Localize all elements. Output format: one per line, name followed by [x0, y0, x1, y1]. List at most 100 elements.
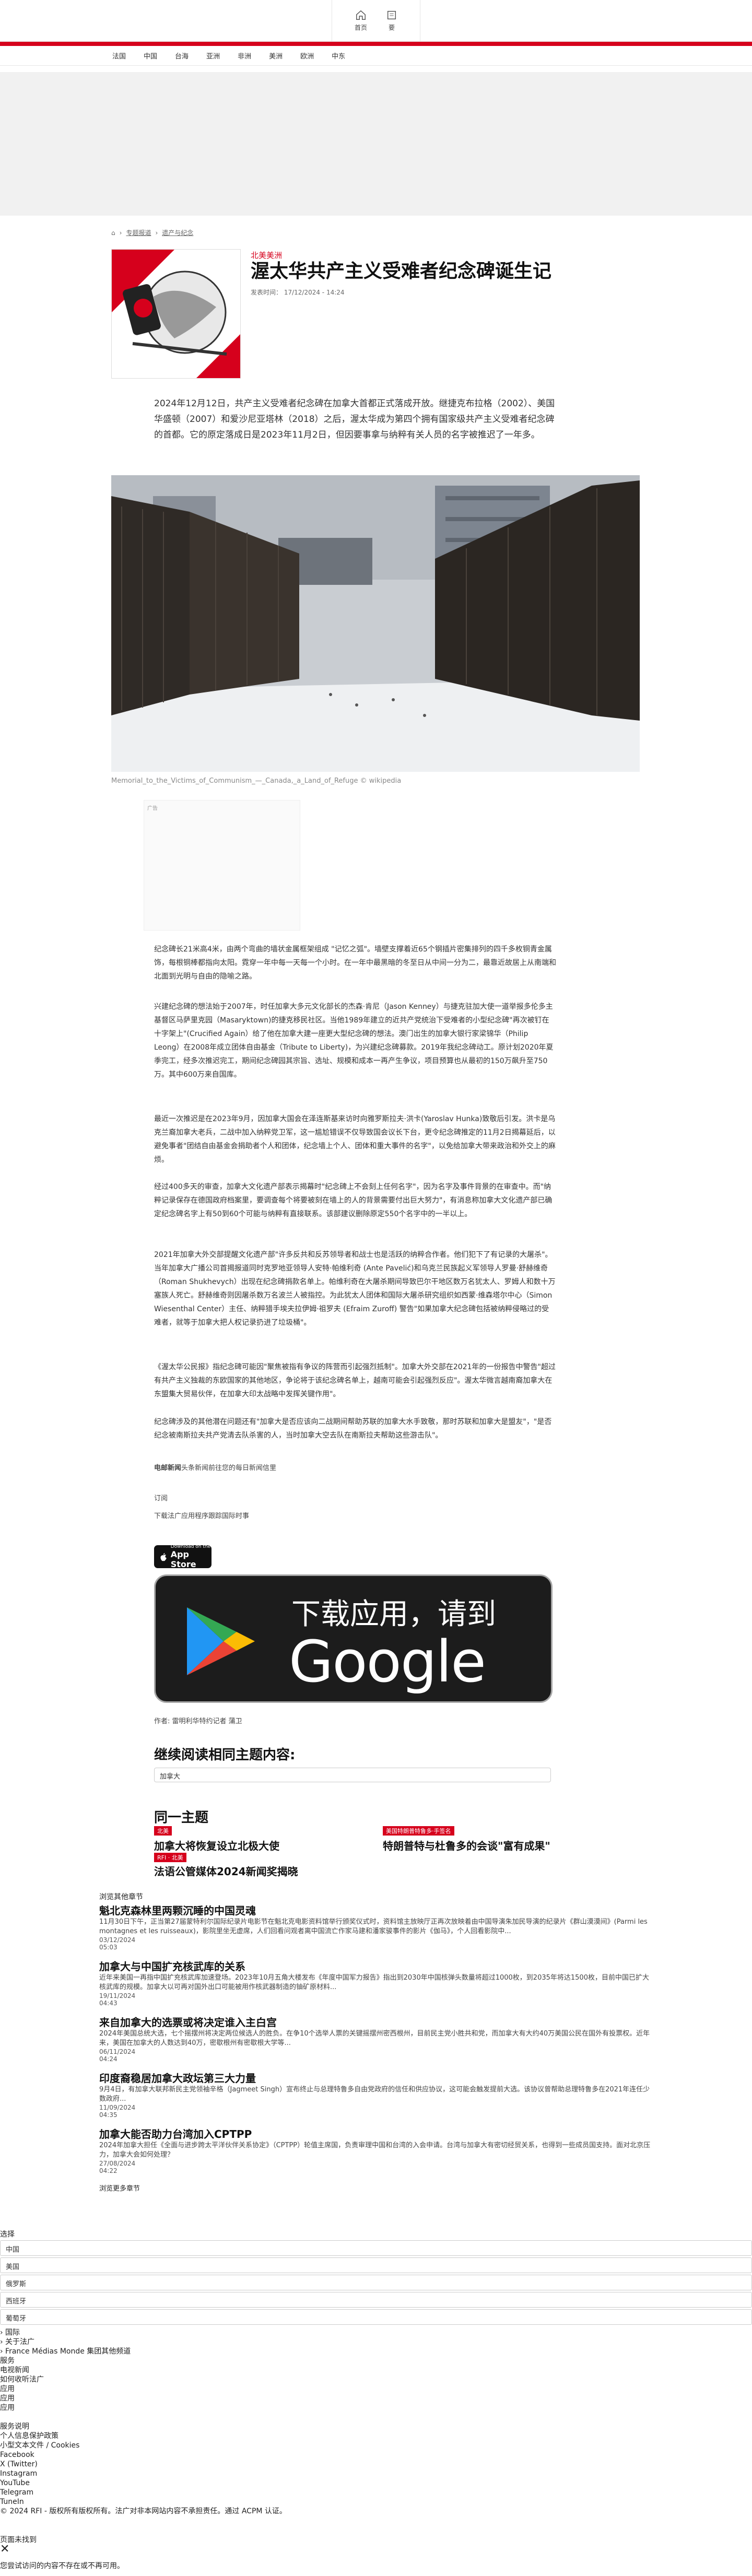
subnav-item-china[interactable]: 中国: [144, 51, 157, 61]
article-paragraph: 最近一次推迟是在2023年9月，因加拿大国会在泽连斯基来访时向雅罗斯拉夫·洪卡(…: [154, 1115, 556, 1164]
subscribe-button[interactable]: 订阅: [154, 1492, 168, 1502]
feed-item[interactable]: 加拿大与中国扩充核武库的关系 近年来美国一再指中国扩充核武库加速登场。2023年…: [99, 1958, 653, 2007]
app-store-badge[interactable]: Download on the App Store: [154, 1544, 212, 1569]
article-lead: 2024年12月12日，共产主义受难者纪念碑在加拿大首都正式落成开放。继捷克布拉…: [154, 398, 555, 440]
news-icon: [387, 10, 396, 20]
feed-title: 来自加拿大的选票或将决定谁入主白宫: [99, 2016, 277, 2029]
feed-more-link[interactable]: 浏览更多章节: [99, 2183, 653, 2193]
subnav-item-asia[interactable]: 亚洲: [206, 51, 220, 61]
article-paragraph: 纪念碑长21米高4米，由两个弯曲的墙状金属框架组成 "记忆之弧"。墙壁支撑着近6…: [154, 945, 556, 981]
article-paragraph: 《渥太华公民报》指纪念碑可能因"聚焦被指有争议的阵营而引起强烈抵制"。加拿大外交…: [154, 1363, 556, 1398]
breadcrumb-item[interactable]: 专题报道: [126, 228, 151, 237]
sub-navigation: 法国 中国 台海 亚洲 非洲 美洲 欧洲 中东: [0, 46, 752, 66]
news-tab[interactable]: 要: [386, 9, 397, 32]
feed-desc: 9月4日，有加拿大联邦新民主党领袖辛格（Jagmeet Singh）宣布终止与总…: [99, 2086, 650, 2103]
footer-link[interactable]: › 关于法广: [0, 2337, 287, 2347]
close-icon[interactable]: ✕: [0, 2544, 9, 2555]
footer-link[interactable]: 如何收听法广: [0, 2375, 287, 2384]
related-title[interactable]: 法语公管媒体2024新闻奖揭晓: [154, 1863, 298, 1878]
copyright: © 2024 RFI - 版权所有版权所有。法广对非本网站内容不承担责任。通过 …: [0, 2507, 287, 2515]
program-thumbnail: [111, 249, 241, 379]
appstore-small-text: Download on the: [170, 1544, 211, 1549]
footer-link[interactable]: 个人信息保护政策: [0, 2431, 287, 2441]
language-option[interactable]: 美国: [0, 2257, 752, 2273]
feed-time: 04:35: [99, 2111, 118, 2119]
language-option[interactable]: 中国: [0, 2240, 752, 2256]
feed-item[interactable]: 印度裔稳居加拿大政坛第三大力量 9月4日，有加拿大联邦新民主党领袖辛格（Jagm…: [99, 2070, 653, 2119]
footer-link[interactable]: 应用: [0, 2384, 287, 2394]
program-logo-image: [112, 250, 240, 378]
feed-item[interactable]: 来自加拿大的选票或将决定谁入主白宫 2024年美国总统大选，七个摇摆州将决定两位…: [99, 2014, 653, 2063]
feed-time: 04:22: [99, 2167, 118, 2174]
footer-social-facebook[interactable]: Facebook: [0, 2450, 287, 2460]
ad-label: 广告: [147, 806, 158, 811]
language-option[interactable]: 西班牙: [0, 2292, 752, 2308]
language-selector-label: 选择: [0, 2230, 15, 2239]
footer-link[interactable]: 电视新闻: [0, 2366, 287, 2375]
topic-tag[interactable]: 加拿大: [154, 1768, 551, 1782]
memorial-photo[interactable]: [111, 475, 640, 772]
article-paragraph: 经过400多天的审查，加拿大文化遗产部表示揭幕时"纪念碑上不会刻上任何名字"，因…: [154, 1183, 553, 1218]
feed-title: 印度裔稳居加拿大政坛第三大力量: [99, 2072, 256, 2085]
footer-link[interactable]: 服务: [0, 2356, 287, 2366]
home-icon[interactable]: ⌂: [111, 229, 115, 237]
footer-link[interactable]: › 国际: [0, 2328, 287, 2337]
breadcrumb-item[interactable]: 遗产与纪念: [162, 228, 193, 237]
footer-link[interactable]: 应用: [0, 2403, 287, 2413]
feed-date: 27/08/2024: [99, 2160, 136, 2167]
footer-link[interactable]: 小型文本文件 / Cookies: [0, 2441, 287, 2450]
home-tab[interactable]: 首页: [355, 9, 367, 32]
newsletter-text: 头条新闻前往您的每日新闻信里: [181, 1464, 277, 1472]
subnav-item-africa[interactable]: 非洲: [238, 51, 251, 61]
feed-date: 03/12/2024: [99, 1936, 136, 1944]
feed-item[interactable]: 加拿大能否助力台湾加入CPTPP 2024年加拿大担任《全面与进步跨太平洋伙伴关…: [99, 2126, 653, 2174]
feed-time: 04:43: [99, 1999, 118, 2007]
related-badge: RFI · 北美: [154, 1853, 186, 1862]
article-paragraph: 兴建纪念碑的想法始于2007年，时任加拿大多元文化部长的杰森·肯尼（Jason …: [154, 1003, 554, 1079]
footer-social-telegram[interactable]: Telegram: [0, 2488, 287, 2497]
feed-desc: 近年来美国一再指中国扩充核武库加速登场。2023年10月五角大楼发布《年度中国军…: [99, 1974, 649, 1991]
related-item[interactable]: 北美 加拿大将恢复设立北极大使 RFI · 北美: [154, 1826, 279, 1862]
not-found-notice: 您尝试访问的内容不存在或不再可用。: [0, 2562, 124, 2570]
related-title: 加拿大将恢复设立北极大使: [154, 1840, 279, 1852]
feed-label: 浏览其他章节: [99, 1893, 143, 1901]
home-icon: [356, 10, 366, 20]
footer-link[interactable]: 应用: [0, 2394, 287, 2403]
google-play-badge[interactable]: 下载应用，请到 Google Play: [154, 1574, 553, 1762]
language-option[interactable]: 俄罗斯: [0, 2275, 752, 2290]
article-paragraph: 纪念碑涉及的其他潜在问题还有"加拿大是否应该向二战期间帮助苏联的加拿大水手致敬，…: [154, 1418, 552, 1440]
download-app-text: 下载法广应用程序跟踪国际时事: [154, 1512, 250, 1520]
feed-date: 11/09/2024: [99, 2104, 136, 2111]
subnav-item-france[interactable]: 法国: [112, 51, 126, 61]
related-heading: 继续阅读相同主题内容:: [154, 1747, 296, 1763]
feed-date: 06/11/2024: [99, 2048, 136, 2055]
breadcrumb: ⌂ › 专题报道 › 遗产与纪念: [111, 228, 194, 237]
google-play-line1: 下载应用，请到: [291, 1597, 496, 1631]
feed-desc: 2024年美国总统大选，七个摇摆州将决定两位候选人的胜负。在争10个选举人票的关…: [99, 2030, 650, 2047]
inline-ad[interactable]: 广告: [144, 800, 300, 931]
footer-social-x[interactable]: X (Twitter): [0, 2460, 287, 2469]
feed-time: 04:24: [99, 2055, 118, 2063]
footer-social-tunein[interactable]: TuneIn: [0, 2497, 287, 2507]
feed-title: 魁北克森林里两颗沉睡的中国灵魂: [99, 1904, 256, 1917]
subnav-item-middle-east[interactable]: 中东: [332, 51, 345, 61]
article-title: 渥太华共产主义受难者纪念碑诞生记: [251, 261, 552, 282]
related-item[interactable]: 美国特朗普特鲁多·手签名 特朗普特与杜鲁多的会谈"富有成果": [383, 1826, 550, 1853]
publish-date: 发表时间： 17/12/2024 - 14:24: [251, 289, 345, 296]
subnav-item-taiwan[interactable]: 台海: [175, 51, 189, 61]
subnav-item-europe[interactable]: 欧洲: [300, 51, 314, 61]
footer-social-youtube[interactable]: YouTube: [0, 2478, 287, 2488]
author-line: 作者: 雷明利华特约记者 蒲卫: [154, 1718, 242, 1725]
feed-item[interactable]: 魁北克森林里两颗沉睡的中国灵魂 11月30日下午，正当第27届蒙特利尔国际纪录片…: [99, 1902, 653, 1951]
google-play-line2: Google Play: [289, 1628, 486, 1762]
photo-caption: Memorial_to_the_Victims_of_Communism_—_C…: [111, 777, 402, 785]
feed-date: 19/11/2024: [99, 1992, 136, 1999]
footer-link[interactable]: 服务说明: [0, 2422, 287, 2431]
related-badge: 美国特朗普特鲁多·手签名: [383, 1826, 454, 1836]
newsletter-title: 电邮新闻: [154, 1464, 182, 1472]
footer-link[interactable]: › France Médias Monde 集团其他频道: [0, 2347, 287, 2356]
footer-social-instagram[interactable]: Instagram: [0, 2469, 287, 2478]
feed-title: 加拿大与中国扩充核武库的关系: [99, 1960, 245, 1973]
subnav-item-americas[interactable]: 美洲: [269, 51, 283, 61]
language-option[interactable]: 葡萄牙: [0, 2309, 752, 2325]
